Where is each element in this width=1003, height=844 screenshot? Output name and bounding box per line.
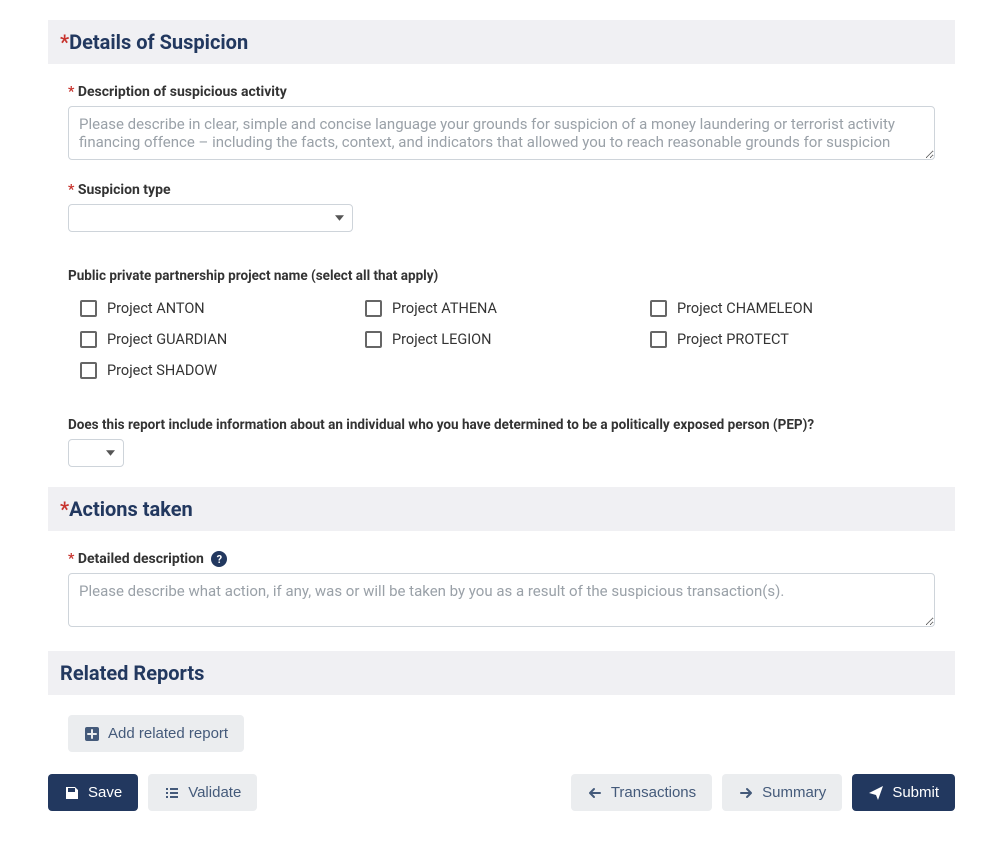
- checkbox-label: Project SHADOW: [107, 362, 217, 379]
- checkbox-label: Project PROTECT: [677, 331, 789, 348]
- checkbox-project-shadow[interactable]: Project SHADOW: [80, 362, 365, 379]
- button-label: Summary: [762, 784, 826, 801]
- checkbox-project-guardian[interactable]: Project GUARDIAN: [80, 331, 365, 348]
- description-textarea[interactable]: [68, 106, 935, 160]
- arrow-left-icon: [587, 785, 603, 801]
- suspicion-type-select[interactable]: [68, 204, 353, 232]
- section-header-related: Related Reports: [48, 651, 955, 695]
- checkbox-project-protect[interactable]: Project PROTECT: [650, 331, 935, 348]
- checkbox-project-legion[interactable]: Project LEGION: [365, 331, 650, 348]
- section-title-text: Details of Suspicion: [69, 30, 248, 54]
- checkbox-label: Project GUARDIAN: [107, 331, 227, 348]
- help-icon[interactable]: ?: [211, 551, 227, 567]
- button-label: Transactions: [611, 784, 696, 801]
- checkbox-icon[interactable]: [80, 331, 97, 348]
- checkbox-icon[interactable]: [365, 300, 382, 317]
- button-label: Submit: [892, 784, 939, 801]
- add-related-report-button[interactable]: Add related report: [68, 715, 244, 752]
- section-title-text: Actions taken: [69, 497, 193, 521]
- checkbox-label: Project LEGION: [392, 331, 491, 348]
- checkbox-icon[interactable]: [650, 331, 667, 348]
- section-header-suspicion: *Details of Suspicion: [48, 20, 955, 64]
- section-header-actions: *Actions taken: [48, 487, 955, 531]
- transactions-button[interactable]: Transactions: [571, 774, 712, 811]
- validate-button[interactable]: Validate: [148, 774, 257, 811]
- button-label: Add related report: [108, 725, 228, 742]
- save-icon: [64, 785, 80, 801]
- save-button[interactable]: Save: [48, 774, 138, 811]
- section-title-actions: *Actions taken: [60, 497, 943, 521]
- pep-label: Does this report include information abo…: [68, 417, 935, 433]
- list-check-icon: [164, 785, 180, 801]
- checkbox-project-chameleon[interactable]: Project CHAMELEON: [650, 300, 935, 317]
- section-title-suspicion: *Details of Suspicion: [60, 30, 943, 54]
- checkbox-label: Project ANTON: [107, 300, 205, 317]
- arrow-right-icon: [738, 785, 754, 801]
- button-label: Validate: [188, 784, 241, 801]
- plus-square-icon: [84, 726, 100, 742]
- suspicion-type-label: * Suspicion type: [68, 182, 935, 198]
- button-label: Save: [88, 784, 122, 801]
- summary-button[interactable]: Summary: [722, 774, 842, 811]
- required-asterisk: *: [60, 30, 69, 54]
- detailed-description-label: * Detailed description ?: [68, 551, 935, 567]
- submit-button[interactable]: Submit: [852, 774, 955, 811]
- section-title-text: Related Reports: [60, 661, 204, 685]
- checkbox-icon[interactable]: [365, 331, 382, 348]
- toolbar: Save Validate Transactions Summary Sub: [48, 774, 955, 811]
- required-asterisk: *: [60, 497, 69, 521]
- checkbox-icon[interactable]: [80, 362, 97, 379]
- detailed-description-textarea[interactable]: [68, 573, 935, 627]
- checkbox-icon[interactable]: [80, 300, 97, 317]
- section-title-related: Related Reports: [60, 661, 943, 685]
- checkbox-project-anton[interactable]: Project ANTON: [80, 300, 365, 317]
- ppp-label: Public private partnership project name …: [68, 268, 935, 284]
- paper-plane-icon: [868, 785, 884, 801]
- checkbox-project-athena[interactable]: Project ATHENA: [365, 300, 650, 317]
- pep-select[interactable]: [68, 439, 124, 467]
- description-label: * Description of suspicious activity: [68, 84, 935, 100]
- checkbox-label: Project ATHENA: [392, 300, 497, 317]
- checkbox-icon[interactable]: [650, 300, 667, 317]
- checkbox-label: Project CHAMELEON: [677, 300, 813, 317]
